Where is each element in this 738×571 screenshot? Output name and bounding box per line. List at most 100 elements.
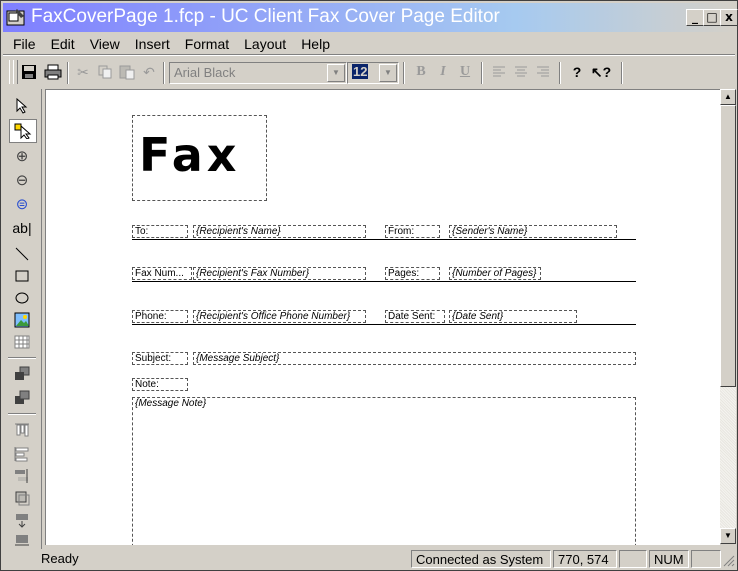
font-name-value: Arial Black (174, 65, 236, 80)
toolbar-separator (403, 62, 405, 84)
maximize-button[interactable]: □ (703, 9, 721, 26)
tool-palette: ⊕ ⊖ ⊜ ab| (3, 89, 42, 549)
palette-separator (8, 357, 36, 359)
font-size-combo[interactable]: 12 ▼ (347, 62, 399, 84)
copy-icon[interactable] (95, 62, 115, 82)
menu-format[interactable]: Format (175, 33, 234, 52)
status-pane-empty-2 (691, 550, 721, 568)
zoom-in-icon[interactable]: ⊕ (9, 145, 35, 167)
toolbar-separator (67, 62, 69, 84)
context-help-icon[interactable]: ↖? (591, 62, 611, 82)
chevron-down-icon[interactable]: ▼ (379, 64, 397, 82)
toolbar-separator (621, 62, 623, 84)
scrollbar-thumb[interactable] (720, 105, 736, 387)
bold-button[interactable]: B (411, 62, 431, 82)
num-lock-indicator: NUM (649, 550, 689, 568)
help-icon[interactable]: ? (567, 62, 587, 82)
message-note-field[interactable]: {Message Note} (132, 397, 636, 545)
chevron-down-icon[interactable]: ▼ (327, 64, 345, 82)
center-vertically-icon[interactable] (9, 509, 35, 531)
scroll-up-icon[interactable]: ▲ (720, 89, 736, 105)
minimize-button[interactable]: _ (686, 9, 704, 26)
divider-line (132, 281, 636, 282)
menu-insert[interactable]: Insert (125, 33, 175, 52)
design-canvas[interactable]: Fax To: {Recipient's Name} From: {Sender… (45, 89, 720, 545)
make-same-size-icon[interactable] (9, 487, 35, 509)
scroll-down-icon[interactable]: ▼ (720, 528, 736, 544)
undo-icon[interactable]: ↶ (139, 62, 159, 82)
divider-line (132, 324, 636, 325)
text-tool-icon[interactable]: ab| (9, 217, 35, 239)
menu-layout[interactable]: Layout (234, 33, 291, 52)
fax-heading: Fax (139, 128, 241, 182)
toolbar-separator (559, 62, 561, 84)
pages-label[interactable]: Pages: (385, 267, 440, 280)
cut-icon[interactable]: ✂ (73, 62, 93, 82)
status-bar: Ready Connected as System 770, 574 NUM (3, 549, 735, 569)
pointer-tool-icon[interactable] (9, 95, 35, 117)
date-sent-field[interactable]: {Date Sent} (449, 310, 577, 323)
toolbar-grip-2 (13, 60, 18, 84)
palette-separator (8, 413, 36, 415)
zoom-fit-icon[interactable]: ⊜ (9, 193, 35, 215)
recipient-fax-number-field[interactable]: {Recipient's Fax Number} (193, 267, 366, 280)
align-center-icon[interactable] (511, 62, 531, 82)
space-evenly-icon[interactable] (9, 465, 35, 487)
bring-to-front-icon[interactable] (9, 363, 35, 385)
status-pane-empty (619, 550, 647, 568)
to-label[interactable]: To: (132, 225, 188, 238)
app-window: FaxCoverPage 1.fcp - UC Client Fax Cover… (0, 0, 738, 571)
subject-label[interactable]: Subject: (132, 352, 188, 365)
cursor-coordinates: 770, 574 (553, 550, 617, 568)
toolbar-separator (481, 62, 483, 84)
toolbar-separator (163, 62, 165, 84)
image-tool-icon[interactable] (9, 309, 35, 331)
close-button[interactable]: x (720, 9, 738, 26)
line-tool-icon[interactable] (9, 243, 35, 265)
sender-name-field[interactable]: {Sender's Name} (449, 225, 617, 238)
font-size-value: 12 (352, 64, 369, 79)
vertical-scrollbar[interactable]: ▲ ▼ (720, 89, 736, 544)
italic-button[interactable]: I (433, 62, 453, 82)
window-title: FaxCoverPage 1.fcp - UC Client Fax Cover… (31, 6, 500, 27)
resize-grip-icon[interactable] (721, 553, 735, 567)
underline-button[interactable]: U (455, 62, 475, 82)
message-subject-field[interactable]: {Message Subject} (193, 352, 636, 365)
divider-line (132, 239, 636, 240)
menu-bar: File Edit View Insert Format Layout Help (3, 33, 735, 55)
menu-help[interactable]: Help (291, 33, 335, 52)
center-horizontally-icon[interactable] (9, 529, 35, 551)
recipient-name-field[interactable]: {Recipient's Name} (193, 225, 366, 238)
align-left-edges-icon[interactable] (9, 443, 35, 465)
date-sent-label[interactable]: Date Sent: (385, 310, 445, 323)
recipient-office-phone-field[interactable]: {Recipient's Office Phone Number} (193, 310, 366, 323)
grid-tool-icon[interactable] (9, 331, 35, 353)
number-of-pages-field[interactable]: {Number of Pages} (449, 267, 541, 280)
font-name-combo[interactable]: Arial Black ▼ (169, 62, 347, 84)
status-text: Ready (41, 551, 79, 566)
print-icon[interactable] (43, 62, 63, 82)
note-label[interactable]: Note: (132, 378, 188, 391)
send-to-back-icon[interactable] (9, 387, 35, 409)
paste-icon[interactable] (117, 62, 137, 82)
align-right-icon[interactable] (533, 62, 553, 82)
save-icon[interactable] (19, 62, 39, 82)
menu-file[interactable]: File (3, 33, 41, 52)
menu-edit[interactable]: Edit (41, 33, 80, 52)
fax-editor-app-icon (6, 9, 25, 26)
align-top-icon[interactable] (9, 419, 35, 441)
fax-heading-box[interactable]: Fax (132, 115, 267, 201)
fax-number-label[interactable]: Fax Num... (132, 267, 192, 280)
select-field-tool-icon[interactable] (9, 119, 37, 143)
from-label[interactable]: From: (385, 225, 440, 238)
align-left-icon[interactable] (489, 62, 509, 82)
menu-view[interactable]: View (80, 33, 125, 52)
rectangle-tool-icon[interactable] (9, 265, 35, 287)
zoom-out-icon[interactable]: ⊖ (9, 169, 35, 191)
toolbar: ✂ ↶ Arial Black ▼ 12 ▼ B I U ? ↖? (3, 57, 735, 87)
menu-separator (3, 54, 735, 56)
ellipse-tool-icon[interactable] (9, 287, 35, 309)
title-bar[interactable]: FaxCoverPage 1.fcp - UC Client Fax Cover… (3, 3, 738, 32)
phone-label[interactable]: Phone: (132, 310, 188, 323)
connection-status: Connected as System (411, 550, 551, 568)
